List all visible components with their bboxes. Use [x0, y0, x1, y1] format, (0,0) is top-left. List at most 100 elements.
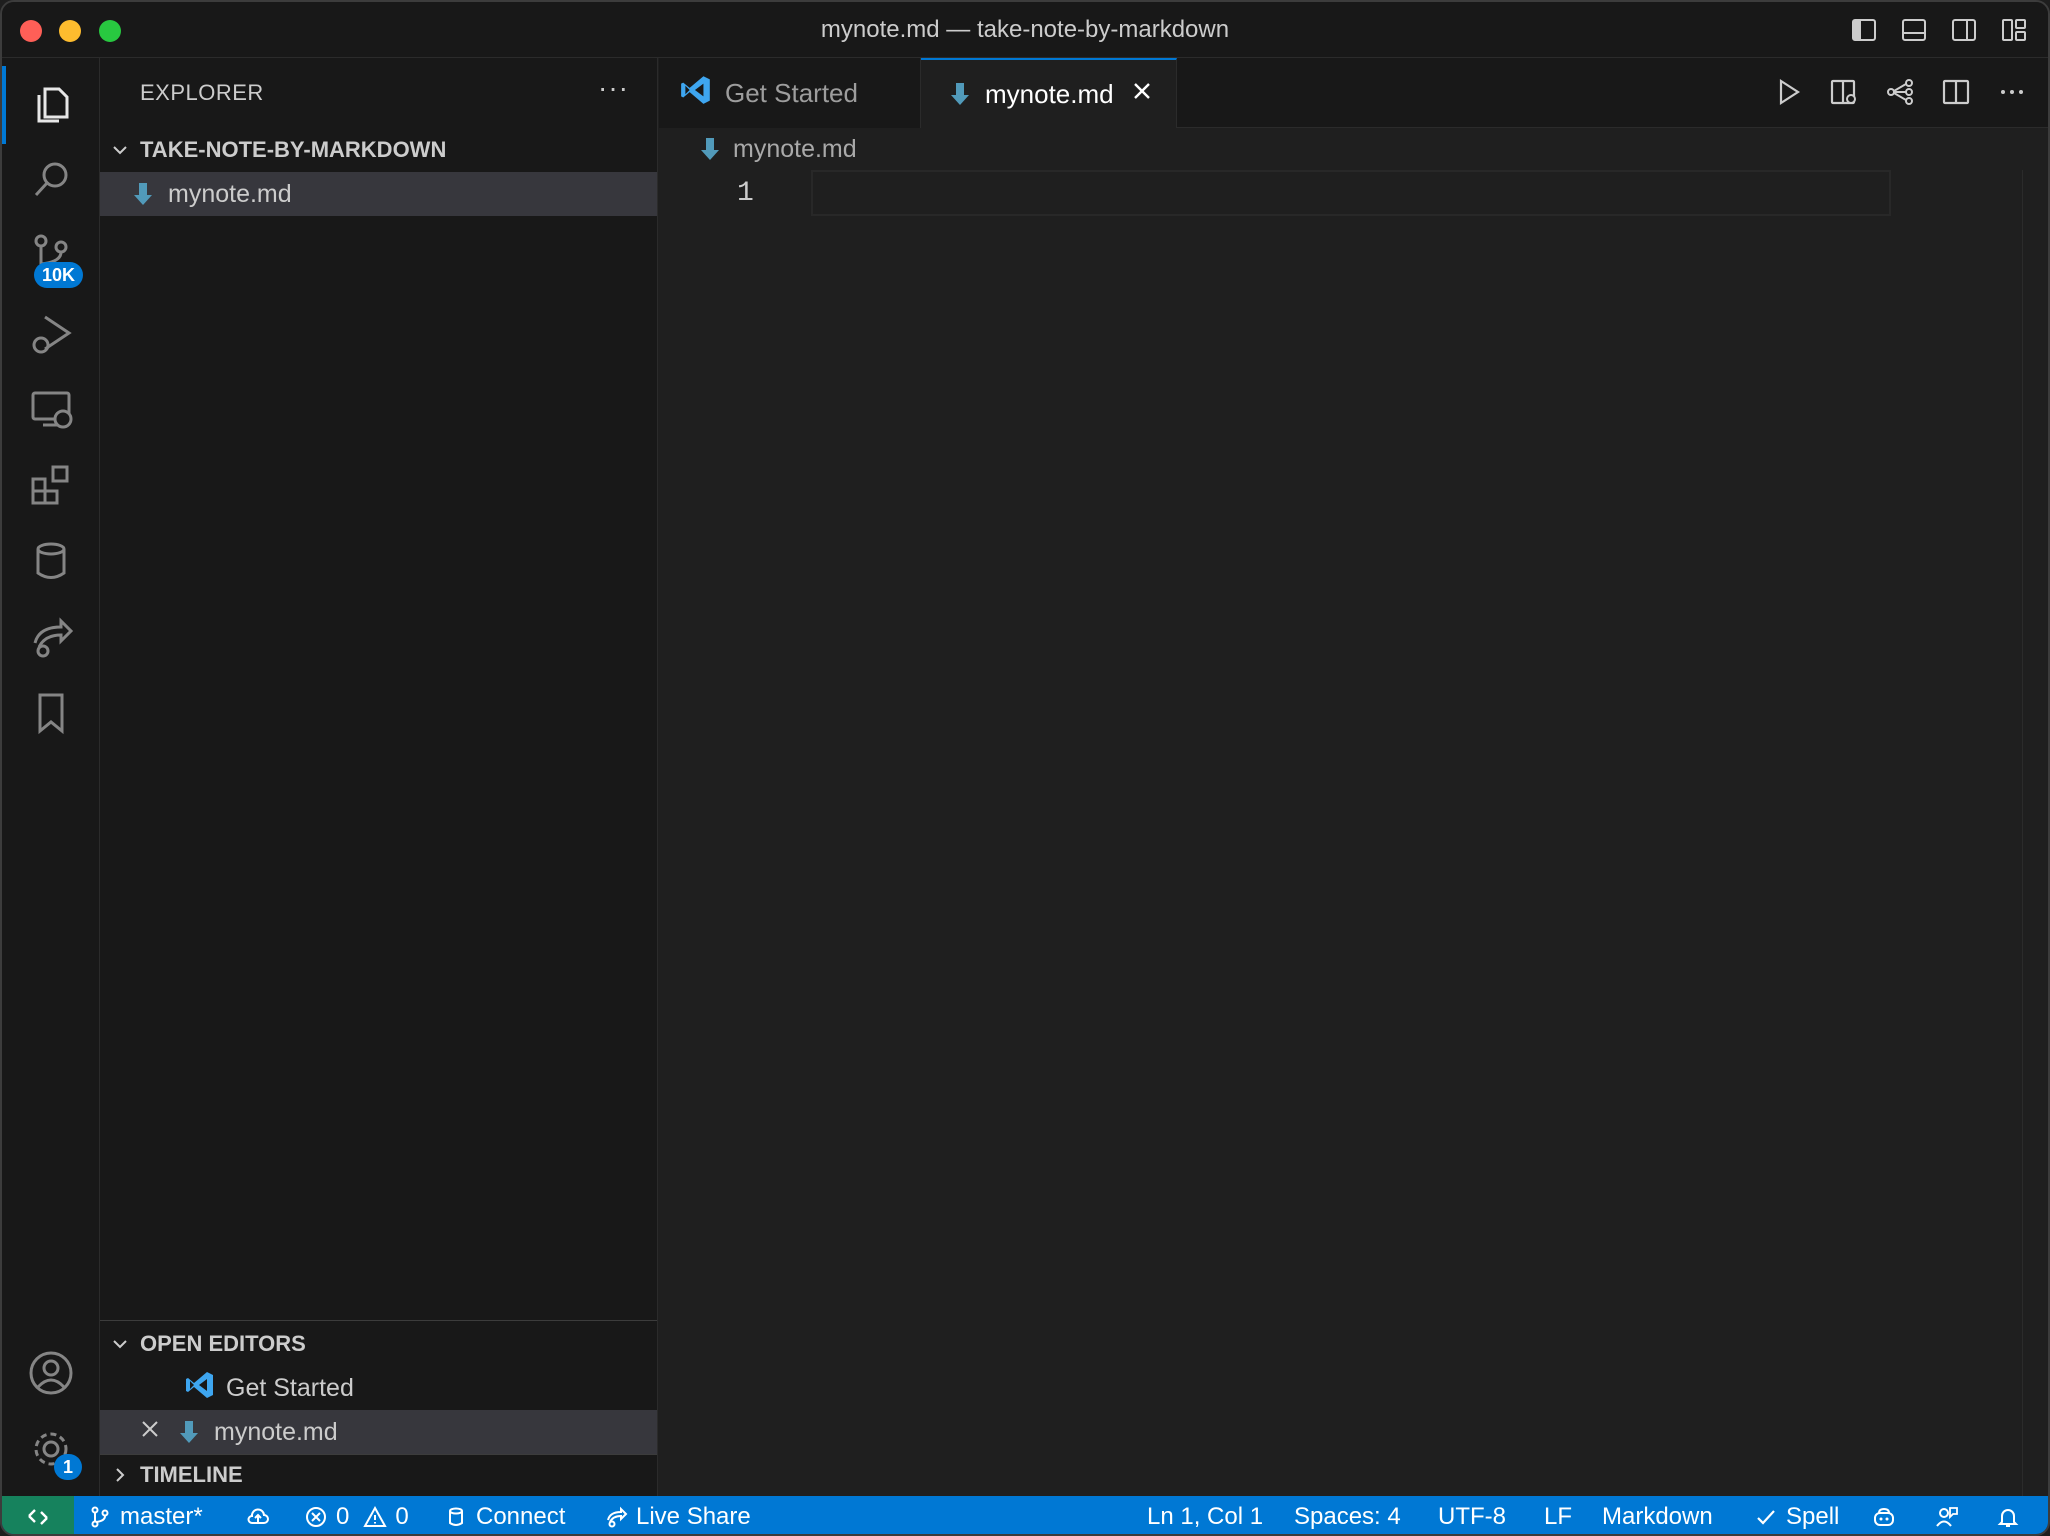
indentation-label: Spaces: 4 — [1294, 1503, 1401, 1530]
account-icon — [29, 1351, 73, 1395]
open-editors-section-header[interactable]: OPEN EDITORS — [100, 1322, 657, 1366]
live-share-button[interactable]: Live Share — [604, 1496, 751, 1534]
vscode-logo-icon — [184, 1369, 216, 1408]
tab-bar: Get Started mynote.md — [659, 58, 2048, 128]
close-icon[interactable] — [1130, 79, 1154, 110]
current-line-editor[interactable] — [811, 170, 1891, 216]
bell-icon — [1997, 1509, 2019, 1527]
source-control-view-button[interactable]: 10K — [2, 216, 100, 294]
explorer-more-actions-button[interactable]: ··· — [598, 72, 629, 104]
minimap[interactable] — [2022, 170, 2048, 1500]
branch-name: master* — [120, 1503, 203, 1530]
live-share-view-button[interactable] — [2, 598, 100, 676]
feedback-button[interactable] — [1935, 1496, 1959, 1534]
primary-sidebar: EXPLORER ··· TAKE-NOTE-BY-MARKDOWN mynot… — [100, 58, 658, 1496]
database-icon — [36, 542, 66, 579]
folder-section-header[interactable]: TAKE-NOTE-BY-MARKDOWN — [100, 128, 657, 172]
remote-explorer-icon — [31, 391, 73, 429]
editor-actions — [1772, 76, 2028, 108]
connect-button[interactable]: Connect — [444, 1496, 566, 1534]
open-editors-title: OPEN EDITORS — [140, 1331, 306, 1356]
toggle-primary-sidebar-icon[interactable] — [1850, 16, 1878, 44]
live-share-label: Live Share — [636, 1503, 751, 1530]
line-number: 1 — [737, 178, 754, 209]
breadcrumb[interactable]: mynote.md — [699, 134, 857, 164]
chevron-right-icon — [100, 1465, 140, 1485]
indentation-button[interactable]: Spaces: 4 — [1294, 1496, 1401, 1534]
timeline-title: TIMELINE — [140, 1462, 243, 1487]
run-icon[interactable] — [1772, 76, 1804, 108]
files-icon — [37, 87, 69, 123]
cloud-upload-icon — [247, 1508, 269, 1524]
timeline-section-header[interactable]: TIMELINE — [100, 1454, 657, 1496]
remote-indicator-button[interactable] — [2, 1496, 74, 1534]
warning-icon — [363, 1505, 388, 1527]
spell-check-button[interactable]: Spell — [1754, 1496, 1840, 1534]
tab-mynote[interactable]: mynote.md — [921, 58, 1177, 128]
vscode-logo-icon — [679, 73, 713, 114]
copilot-icon — [1874, 1507, 1894, 1526]
branch-status[interactable]: master* — [88, 1496, 203, 1534]
error-icon — [306, 1507, 326, 1527]
database-view-button[interactable] — [2, 522, 100, 600]
status-bar: master* 0 0 Connect Live Share Ln 1, Col… — [2, 1496, 2048, 1534]
more-actions-icon[interactable] — [1996, 76, 2028, 108]
source-control-badge: 10K — [34, 262, 84, 288]
problems-status[interactable]: 0 0 — [304, 1496, 409, 1534]
editor-group: Get Started mynote.md mynote.md 1 — [659, 58, 2048, 1500]
settings-badge: 1 — [54, 1454, 83, 1480]
file-tree-item[interactable]: mynote.md — [100, 172, 657, 216]
markdown-file-icon — [132, 179, 154, 209]
accounts-button[interactable] — [2, 1334, 100, 1412]
markdown-file-icon — [178, 1417, 200, 1447]
markdown-file-icon — [949, 79, 971, 109]
file-name: mynote.md — [168, 179, 292, 208]
connect-label: Connect — [476, 1503, 566, 1530]
open-preview-to-side-icon[interactable] — [1828, 76, 1860, 108]
language-mode-button[interactable]: Markdown — [1602, 1496, 1713, 1534]
error-count: 0 — [336, 1503, 350, 1530]
feedback-icon — [1936, 1507, 1958, 1527]
search-view-button[interactable] — [2, 140, 100, 218]
toggle-panel-icon[interactable] — [1900, 16, 1928, 44]
cursor-position-label: Ln 1, Col 1 — [1147, 1503, 1264, 1530]
search-icon — [34, 162, 68, 197]
title-bar: mynote.md — take-note-by-markdown — [2, 2, 2048, 58]
folder-name: TAKE-NOTE-BY-MARKDOWN — [140, 137, 447, 162]
explorer-header: EXPLORER — [140, 80, 264, 105]
run-debug-view-button[interactable] — [2, 294, 100, 372]
markdown-file-icon — [699, 134, 721, 164]
manage-settings-button[interactable]: 1 — [2, 1410, 100, 1488]
tab-get-started[interactable]: Get Started — [659, 58, 921, 128]
extensions-view-button[interactable] — [2, 446, 100, 524]
close-icon[interactable] — [138, 1417, 162, 1448]
notifications-button[interactable] — [1996, 1496, 2020, 1534]
open-editor-item[interactable]: mynote.md — [100, 1410, 657, 1454]
activity-bar: 10K 1 — [2, 58, 100, 1496]
remote-explorer-view-button[interactable] — [2, 370, 100, 448]
open-editor-label: Get Started — [226, 1373, 354, 1402]
language-label: Markdown — [1602, 1503, 1713, 1530]
chevron-down-icon — [100, 1334, 140, 1354]
check-icon — [1757, 1510, 1775, 1525]
live-share-icon — [33, 617, 74, 658]
breadcrumb-file[interactable]: mynote.md — [733, 135, 857, 164]
explorer-view-button[interactable] — [2, 66, 100, 144]
graph-icon[interactable] — [1884, 76, 1916, 108]
database-icon — [449, 1507, 463, 1526]
encoding-button[interactable]: UTF-8 — [1438, 1496, 1506, 1534]
remote-icon — [28, 1509, 48, 1525]
split-editor-icon[interactable] — [1940, 76, 1972, 108]
bookmarks-view-button[interactable] — [2, 674, 100, 752]
warning-count: 0 — [395, 1503, 409, 1530]
tab-label: Get Started — [725, 77, 858, 108]
extensions-icon — [31, 465, 69, 505]
eol-button[interactable]: LF — [1544, 1496, 1572, 1534]
sync-button[interactable] — [246, 1496, 270, 1534]
copilot-button[interactable] — [1872, 1496, 1896, 1534]
open-editor-item[interactable]: Get Started — [100, 1366, 657, 1410]
cursor-position-button[interactable]: Ln 1, Col 1 — [1147, 1496, 1264, 1534]
customize-layout-icon[interactable] — [2000, 16, 2028, 44]
toggle-secondary-sidebar-icon[interactable] — [1950, 16, 1978, 44]
spell-label: Spell — [1786, 1503, 1840, 1530]
